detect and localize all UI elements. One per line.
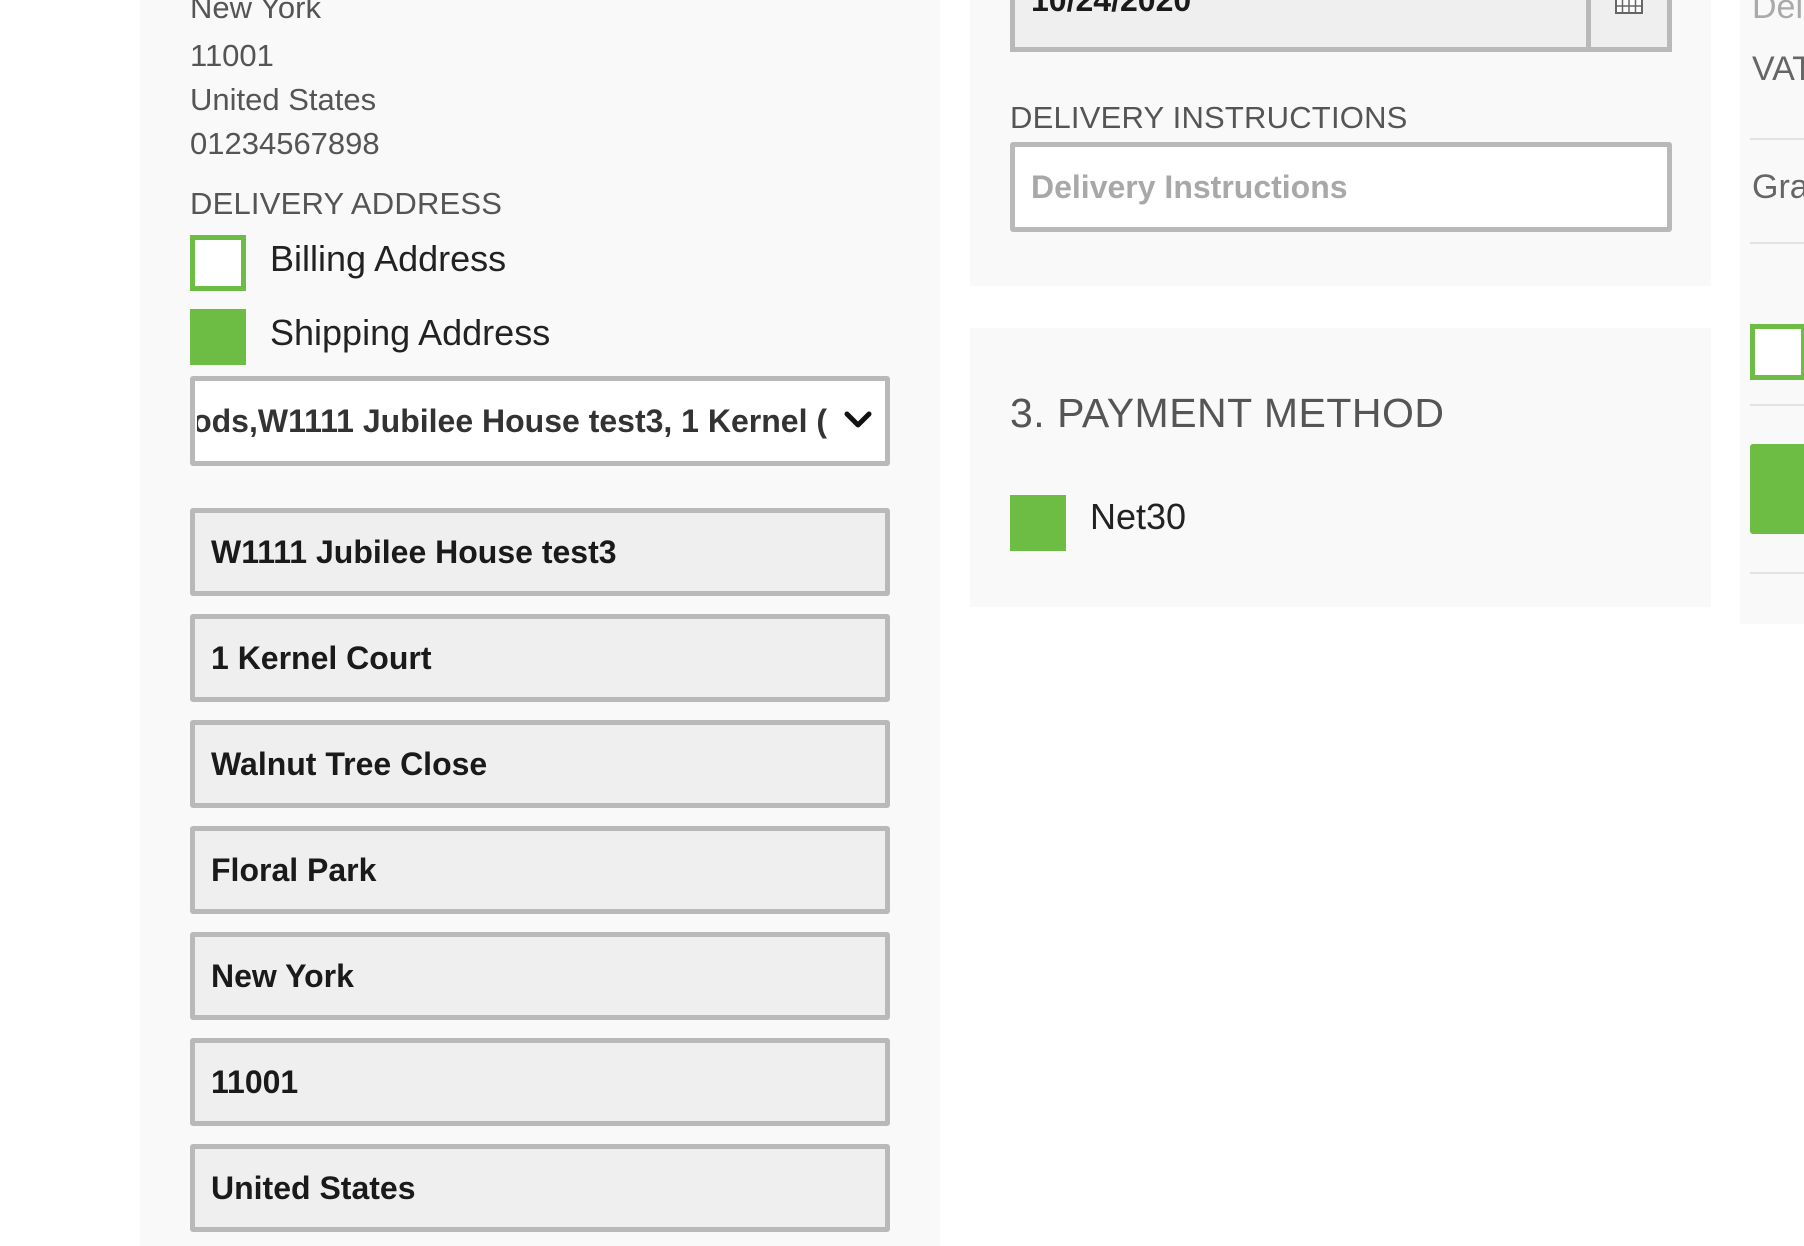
delivery-instructions-label: DELIVERY INSTRUCTIONS	[1010, 100, 1408, 135]
delivery-details-panel: 10/24/2020 DELIVERY INSTRUCTIONS Deliver…	[970, 0, 1711, 286]
city-field[interactable]: New York	[190, 932, 890, 1020]
payment-method-title: 3. PAYMENT METHOD	[1010, 390, 1445, 436]
calendar-icon[interactable]	[1615, 0, 1643, 14]
delivery-address-label: DELIVERY ADDRESS	[190, 186, 503, 221]
saved-address-select-value: ods,W1111 Jubilee House test3, 1 Kernel …	[197, 403, 827, 439]
net30-label: Net30	[1090, 496, 1187, 537]
divider	[1750, 572, 1804, 574]
address-line3-field[interactable]: Walnut Tree Close	[190, 720, 890, 808]
grand-total-label: Gra	[1752, 168, 1804, 206]
shipping-address-checkbox[interactable]	[190, 309, 246, 365]
net30-radio[interactable]	[1010, 495, 1066, 551]
address-line2-field[interactable]: 1 Kernel Court	[190, 614, 890, 702]
billing-city-text: New York	[190, 0, 321, 25]
town-field[interactable]: Floral Park	[190, 826, 890, 914]
delivery-date-value: 10/24/2020	[1031, 0, 1192, 18]
order-summary-panel: Del VAT Gra	[1740, 0, 1804, 624]
chevron-down-icon	[844, 411, 872, 428]
divider	[1750, 242, 1804, 244]
address-line1-field[interactable]: W1111 Jubilee House test3	[190, 508, 890, 596]
vat-label: VAT	[1752, 50, 1804, 88]
delivery-date-input[interactable]: 10/24/2020	[1010, 0, 1672, 52]
divider	[1750, 138, 1804, 140]
saved-address-select[interactable]: ods,W1111 Jubilee House test3, 1 Kernel …	[190, 376, 890, 466]
shipping-address-label: Shipping Address	[270, 312, 551, 353]
place-order-button[interactable]	[1750, 444, 1804, 534]
summary-partial-text: Del	[1752, 0, 1804, 26]
terms-checkbox[interactable]	[1750, 324, 1804, 380]
billing-address-checkbox[interactable]	[190, 235, 246, 291]
divider	[1750, 404, 1804, 406]
country-field[interactable]: United States	[190, 1144, 890, 1232]
payment-method-panel: 3. PAYMENT METHOD Net30	[970, 328, 1711, 607]
delivery-instructions-input[interactable]: Delivery Instructions	[1010, 142, 1672, 232]
delivery-address-panel: New York 11001 United States 01234567898…	[140, 0, 940, 1246]
billing-address-label: Billing Address	[270, 238, 507, 279]
billing-phone-text: 01234567898	[190, 126, 380, 161]
date-divider	[1586, 0, 1591, 47]
postcode-field[interactable]: 11001	[190, 1038, 890, 1126]
billing-country-text: United States	[190, 82, 377, 117]
billing-postcode-text: 11001	[190, 38, 274, 73]
